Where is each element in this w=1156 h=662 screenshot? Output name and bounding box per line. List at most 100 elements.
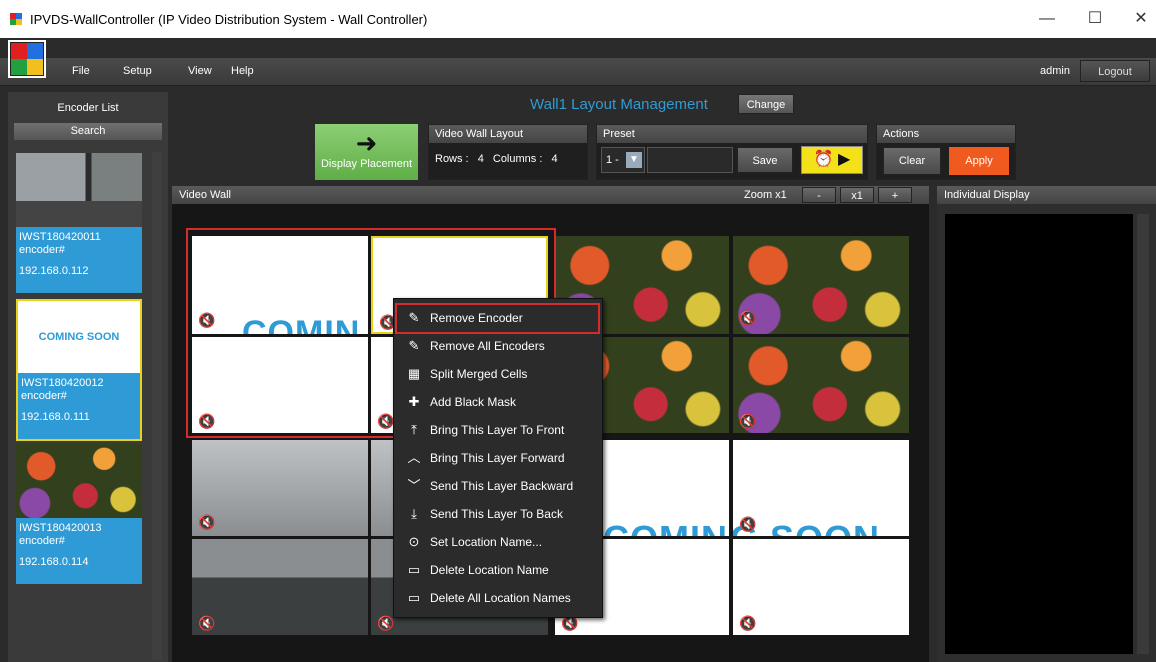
window-title: IPVDS-WallController (IP Video Distribut… [30,12,428,27]
wall-cell[interactable]: COMING SOON 🔇 [733,440,909,536]
encoder-thumbnail [16,153,142,227]
change-button[interactable]: Change [738,94,794,114]
individual-display-scrollbar[interactable] [1137,214,1149,654]
encoder-ip: 192.168.0.114 [19,556,89,568]
encoder-name: IWST180420013 [19,522,102,534]
to-front-icon: ⤒ [411,422,417,437]
columns-label: Columns : [492,153,543,165]
encoder-card[interactable]: IWST180420011 encoder# 192.168.0.112 [16,153,142,293]
menu-help[interactable]: Help [231,65,254,77]
actions-group-title: Actions [877,125,1015,143]
display-placement-button[interactable]: ➜ Display Placement [315,124,418,180]
location-icon: ⊙ [408,534,420,549]
search-button[interactable]: Search [14,123,162,140]
encoder-sidebar: Encoder List Search IWST180420011 encode… [8,92,168,662]
ctx-label: Send This Layer To Back [430,507,563,521]
delete-icon: ▭ [407,562,421,577]
save-button[interactable]: Save [737,147,793,173]
ctx-remove-all-encoders[interactable]: ✎ Remove All Encoders [394,332,602,360]
ctx-label: Send This Layer Backward [430,479,574,493]
encoder-type: encoder# [21,390,67,402]
logout-button[interactable]: Logout [1080,60,1150,82]
encoder-type: encoder# [19,244,65,256]
ctx-label: Remove All Encoders [430,339,545,353]
window-titlebar: IPVDS-WallController (IP Video Distribut… [0,0,1156,38]
encoder-list-title: Encoder List [57,102,119,114]
rows-value[interactable]: 4 [478,153,484,165]
preset-select-value: 1 - [606,154,619,166]
ctx-bring-to-front[interactable]: ⤒ Bring This Layer To Front [394,416,602,444]
layout-group-title: Video Wall Layout [429,125,587,143]
menu-file[interactable]: File [72,65,90,77]
wall-cell[interactable]: 🔇 [192,440,368,536]
close-button[interactable]: ✕ [1124,6,1156,32]
backward-icon: ﹀ [407,478,421,493]
wall-cell[interactable]: 🔇 [733,539,909,635]
to-back-icon: ⤓ [411,506,417,521]
ctx-delete-all-location-names[interactable]: ▭ Delete All Location Names [394,584,602,612]
sidebar-scrollbar[interactable] [152,152,162,660]
encoder-card[interactable]: IWST180420013 encoder# 192.168.0.114 [16,444,142,584]
chevron-down-icon: ▼ [626,152,642,168]
encoder-card-selected[interactable]: COMING SOON IWST180420012 encoder# 192.1… [16,299,142,441]
minimize-button[interactable]: — [1030,6,1064,32]
maximize-button[interactable]: ☐ [1078,6,1112,32]
app-icon [10,13,22,25]
ctx-delete-location-name[interactable]: ▭ Delete Location Name [394,556,602,584]
ctx-label: Delete Location Name [430,563,549,577]
menu-item-highlight [395,303,600,334]
ctx-bring-forward[interactable]: ︿ Bring This Layer Forward [394,444,602,472]
ctx-send-to-back[interactable]: ⤓ Send This Layer To Back [394,500,602,528]
speaker-muted-icon: 🔇 [377,615,395,631]
preset-group: Preset 1 - ▼ Save ⏰ ▶ [596,124,868,180]
ctx-label: Bring This Layer Forward [430,451,565,465]
ctx-label: Add Black Mask [430,395,517,409]
apply-button[interactable]: Apply [949,147,1009,175]
display-placement-label: Display Placement [320,158,413,170]
video-wall-title: Video Wall [179,189,231,201]
encoder-thumbnail: COMING SOON [18,301,140,373]
schedule-play-button[interactable]: ⏰ ▶ [801,146,863,174]
video-wall-layout-group: Video Wall Layout Rows : 4 Columns : 4 [428,124,588,180]
wall-cell[interactable]: 🔇 [733,236,909,334]
actions-group: Actions Clear Apply [876,124,1016,180]
user-label: admin [1040,65,1070,77]
rows-label: Rows : [435,153,469,165]
video-wall-header: Video Wall Zoom x1 - x1 + [172,186,929,204]
wall-cell[interactable]: 🔇 [192,539,368,635]
zoom-out-button[interactable]: - [802,187,836,203]
context-menu: ✎ Remove Encoder ✎ Remove All Encoders ▦ Sp… [393,298,603,618]
encoder-info: IWST180420013 encoder# 192.168.0.114 [16,518,142,584]
encoder-thumbnail [16,444,142,518]
speaker-muted-icon: 🔇 [739,310,757,326]
speaker-muted-icon: 🔇 [739,413,757,429]
wall-cell[interactable]: 🔇 [733,337,909,433]
thumbnail-text: COMING SOON [38,331,120,343]
individual-display-preview [945,214,1133,654]
alarm-clock-icon: ⏰ [813,151,834,168]
preset-group-title: Preset [597,125,867,143]
clear-button[interactable]: Clear [883,147,941,175]
encoder-name: IWST180420012 [21,377,104,389]
individual-display-header: Individual Display [937,186,1156,204]
individual-display-title: Individual Display [944,189,1030,201]
ctx-split-merged-cells[interactable]: ▦ Split Merged Cells [394,360,602,388]
encoder-ip: 192.168.0.112 [19,265,89,277]
encoder-info: IWST180420011 encoder# 192.168.0.112 [16,227,142,293]
ctx-add-black-mask[interactable]: ✚ Add Black Mask [394,388,602,416]
ctx-send-backward[interactable]: ﹀ Send This Layer Backward [394,472,602,500]
preset-select[interactable]: 1 - ▼ [601,147,645,173]
speaker-muted-icon: 🔇 [198,514,216,530]
zoom-label: Zoom x1 [744,189,787,201]
ctx-set-location-name[interactable]: ⊙ Set Location Name... [394,528,602,556]
menu-setup[interactable]: Setup [123,65,152,77]
zoom-reset-button[interactable]: x1 [840,187,874,203]
menu-view[interactable]: View [188,65,212,77]
preset-name-input[interactable] [647,147,733,173]
individual-display-panel [937,204,1156,662]
columns-value[interactable]: 4 [551,153,557,165]
zoom-in-button[interactable]: + [878,187,912,203]
speaker-muted-icon: 🔇 [739,615,757,631]
menu-bar: File Setup View Help admin Logout [0,58,1156,86]
remove-all-icon: ✎ [408,338,420,353]
